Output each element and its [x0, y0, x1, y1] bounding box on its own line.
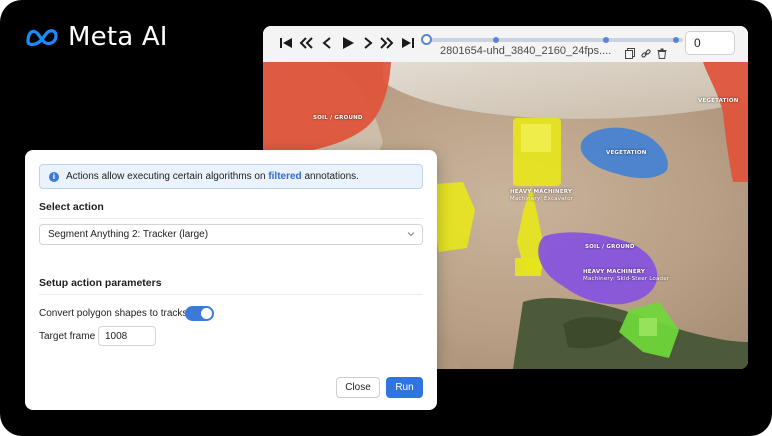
- video-filename: 2801654-uhd_3840_2160_24fps....: [440, 45, 612, 57]
- toggle-knob: [201, 308, 212, 319]
- convert-tracks-toggle[interactable]: [185, 306, 214, 321]
- target-frame-label: Target frame: [39, 331, 96, 342]
- file-actions: [625, 46, 667, 59]
- keyframe-marker: [603, 37, 609, 43]
- label-soil-purple: SOIL / GROUND: [585, 244, 635, 250]
- fast-forward-icon[interactable]: [380, 35, 394, 51]
- label-loader-sub: Machinery: Skid-Steer Loader: [583, 276, 670, 282]
- chevron-down-icon: [407, 232, 415, 237]
- step-backward-icon[interactable]: [320, 35, 334, 51]
- play-icon[interactable]: [341, 35, 355, 51]
- filtered-link[interactable]: filtered: [268, 171, 301, 182]
- close-button[interactable]: Close: [336, 377, 380, 398]
- select-action-title: Select action: [39, 201, 104, 213]
- frame-number-input[interactable]: [685, 31, 735, 55]
- target-frame-input[interactable]: 1008: [98, 326, 156, 346]
- selected-action: Segment Anything 2: Tracker (large): [48, 229, 209, 240]
- brand-name: Meta AI: [68, 22, 168, 52]
- info-banner: i Actions allow executing certain algori…: [39, 164, 423, 189]
- label-excavator-sub: Machinery: Excavator: [510, 196, 574, 202]
- slider-handle[interactable]: [421, 34, 432, 45]
- skip-to-end-icon[interactable]: [401, 35, 415, 51]
- info-text: Actions allow executing certain algorith…: [66, 171, 359, 182]
- label-heavy-machinery-2: HEAVY MACHINERY: [583, 269, 646, 275]
- label-heavy-machinery-1: HEAVY MACHINERY: [510, 189, 573, 195]
- setup-parameters-title: Setup action parameters: [39, 277, 162, 289]
- action-select[interactable]: Segment Anything 2: Tracker (large): [39, 224, 423, 245]
- info-icon: i: [49, 171, 59, 182]
- label-vegetation: VEGETATION: [606, 150, 647, 156]
- run-button[interactable]: Run: [386, 377, 423, 398]
- frame-slider[interactable]: [425, 37, 683, 43]
- player-toolbar: 2801654-uhd_3840_2160_24fps....: [263, 26, 748, 62]
- meta-ai-logo: Meta AI: [24, 22, 168, 52]
- link-icon[interactable]: [641, 46, 651, 58]
- copy-icon[interactable]: [625, 46, 635, 59]
- delete-icon[interactable]: [657, 46, 667, 59]
- fast-backward-icon[interactable]: [299, 35, 313, 51]
- actions-dialog: i Actions allow executing certain algori…: [25, 150, 437, 410]
- label-vegetation-right: VEGETATION: [698, 98, 739, 104]
- meta-infinity-icon: [26, 29, 58, 46]
- promo-frame: Meta AI 2801654-uhd_3840_2160_24fps.... …: [0, 0, 772, 436]
- label-soil-left: SOIL / GROUND: [313, 115, 363, 121]
- convert-tracks-label: Convert polygon shapes to tracks: [39, 308, 188, 319]
- keyframe-marker: [673, 37, 679, 43]
- step-forward-icon[interactable]: [361, 35, 375, 51]
- keyframe-marker: [493, 37, 499, 43]
- divider: [39, 218, 423, 219]
- skip-to-start-icon[interactable]: [279, 35, 293, 51]
- divider: [39, 294, 423, 295]
